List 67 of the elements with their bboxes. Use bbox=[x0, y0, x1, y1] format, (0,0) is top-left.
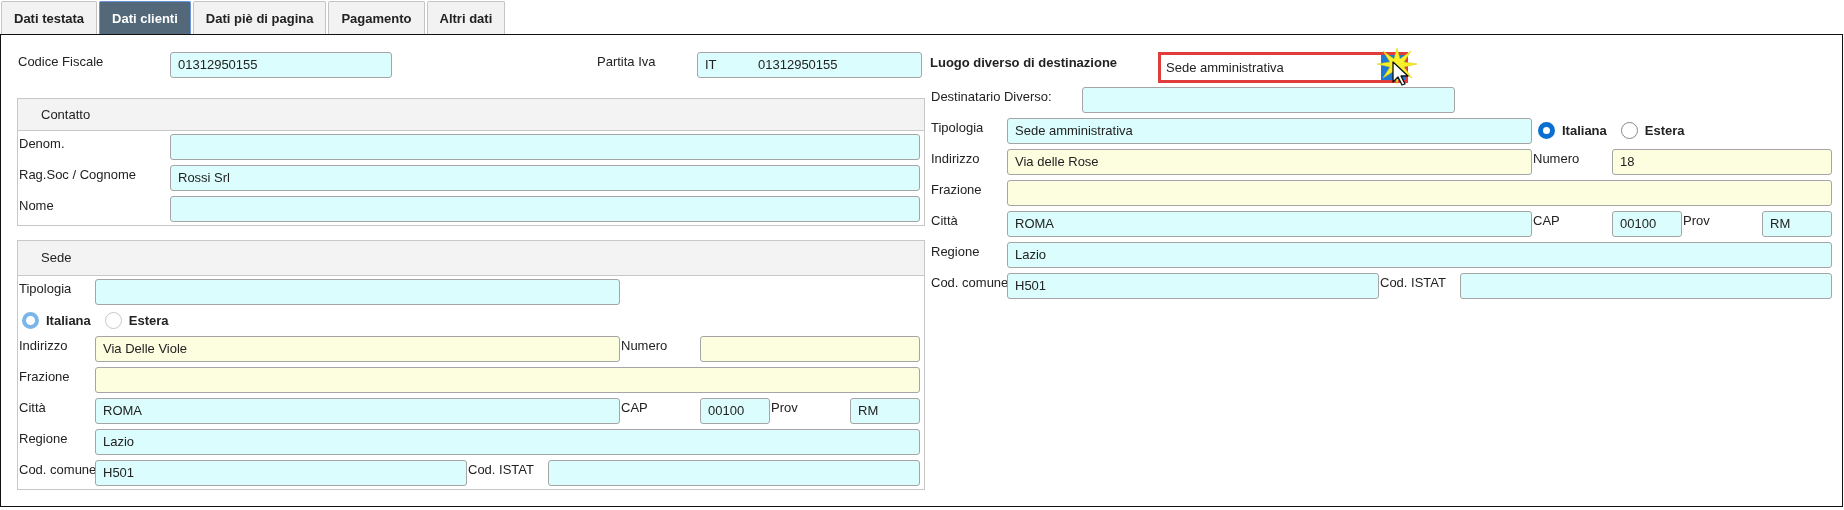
field-label: Città bbox=[930, 212, 959, 228]
field-label: Partita Iva bbox=[596, 53, 657, 69]
input-field[interactable] bbox=[1460, 273, 1832, 299]
tab[interactable]: Pagamento bbox=[328, 1, 425, 34]
radio-button[interactable] bbox=[1620, 122, 1638, 139]
input-field[interactable] bbox=[700, 336, 920, 362]
field-label: Numero bbox=[620, 337, 669, 353]
dropdown[interactable]: Sede amministrativa bbox=[1158, 52, 1408, 83]
input-field[interactable] bbox=[170, 134, 920, 160]
input-field[interactable] bbox=[95, 279, 620, 305]
field-label: Cod. comune bbox=[18, 461, 95, 477]
field-label: Numero bbox=[1532, 150, 1581, 166]
field-label: Prov bbox=[1682, 212, 1711, 228]
input-field[interactable] bbox=[1007, 180, 1832, 206]
input-field[interactable]: H501 bbox=[95, 460, 467, 486]
input-field[interactable]: Via Delle Viole bbox=[95, 336, 620, 362]
radio-label[interactable]: Italiana bbox=[1562, 123, 1607, 138]
input-field[interactable]: Rossi Srl bbox=[170, 165, 920, 191]
field-label: Indirizzo bbox=[18, 337, 69, 353]
input-field[interactable]: 18 bbox=[1612, 149, 1832, 175]
input-field[interactable]: 01312950155 bbox=[170, 52, 392, 78]
input-field[interactable] bbox=[95, 367, 920, 393]
field-label: Tipologia bbox=[930, 119, 985, 135]
tab[interactable]: Dati clienti bbox=[99, 1, 191, 34]
field-label: CAP bbox=[1532, 212, 1561, 228]
field-label: Cod. ISTAT bbox=[467, 461, 535, 477]
tab[interactable]: Altri dati bbox=[426, 1, 506, 34]
input-field[interactable]: RM bbox=[850, 398, 920, 424]
field-label: Destinatario Diverso: bbox=[930, 88, 1053, 104]
field-label: Città bbox=[18, 399, 47, 415]
radio-button[interactable] bbox=[1538, 122, 1555, 139]
field-label: Regione bbox=[18, 430, 69, 446]
starburst-icon bbox=[1376, 47, 1418, 85]
tab[interactable]: Dati piè di pagina bbox=[192, 1, 327, 34]
input-field[interactable]: RM bbox=[1762, 211, 1832, 237]
radio-label[interactable]: Estera bbox=[1644, 123, 1685, 138]
field-label: Denom. bbox=[18, 135, 66, 151]
field-label: Nome bbox=[18, 197, 55, 213]
input-field[interactable]: IT 01312950155 bbox=[697, 52, 922, 78]
input-field[interactable]: 00100 bbox=[700, 398, 770, 424]
input-field[interactable]: Lazio bbox=[1007, 242, 1832, 268]
input-field[interactable] bbox=[548, 460, 920, 486]
field-label: Cod. ISTAT bbox=[1379, 274, 1447, 290]
input-field[interactable]: Via delle Rose bbox=[1007, 149, 1532, 175]
section-title: Luogo diverso di destinazione bbox=[930, 54, 1119, 70]
input-field[interactable]: H501 bbox=[1007, 273, 1379, 299]
field-label: CAP bbox=[620, 399, 649, 415]
cursor-icon bbox=[1392, 61, 1409, 86]
field-label: Tipologia bbox=[18, 280, 73, 296]
field-label: Indirizzo bbox=[930, 150, 981, 166]
panel-header: Contatto bbox=[18, 99, 924, 131]
input-field[interactable]: ROMA bbox=[95, 398, 620, 424]
input-field[interactable]: ROMA bbox=[1007, 211, 1532, 237]
field-label: Cod. comune bbox=[930, 274, 1007, 290]
tab[interactable]: Dati testata bbox=[1, 1, 98, 34]
input-field[interactable]: Sede amministrativa bbox=[1007, 118, 1532, 144]
field-label: Rag.Soc / Cognome bbox=[18, 166, 138, 182]
field-label: Prov bbox=[770, 399, 799, 415]
panel-header: Sede bbox=[18, 241, 924, 276]
field-label: Frazione bbox=[18, 368, 71, 384]
input-field[interactable]: Lazio bbox=[95, 429, 920, 455]
field-label: Codice Fiscale bbox=[17, 53, 105, 69]
input-field[interactable] bbox=[170, 196, 920, 222]
input-field[interactable]: 00100 bbox=[1612, 211, 1682, 237]
field-label: Frazione bbox=[930, 181, 983, 197]
field-label: Regione bbox=[930, 243, 981, 259]
input-field[interactable] bbox=[1082, 87, 1455, 113]
